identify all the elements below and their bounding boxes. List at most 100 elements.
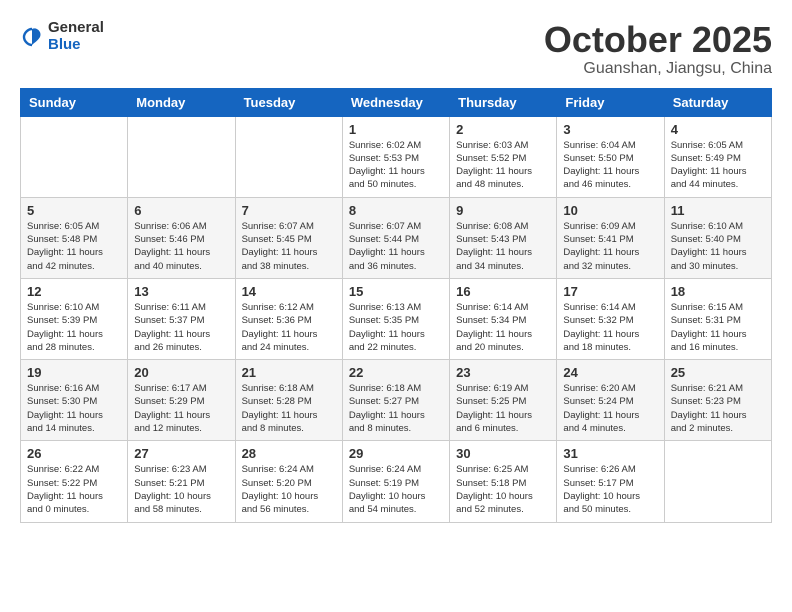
title-section: October 2025 Guanshan, Jiangsu, China (544, 20, 772, 78)
day-number: 2 (456, 122, 550, 137)
day-number: 18 (671, 284, 765, 299)
header-tuesday: Tuesday (235, 88, 342, 116)
week-row-3: 12 Sunrise: 6:10 AM Sunset: 5:39 PM Dayli… (21, 278, 772, 359)
calendar-cell: 19 Sunrise: 6:16 AM Sunset: 5:30 PM Dayli… (21, 360, 128, 441)
calendar-cell: 20 Sunrise: 6:17 AM Sunset: 5:29 PM Dayli… (128, 360, 235, 441)
calendar-cell: 24 Sunrise: 6:20 AM Sunset: 5:24 PM Dayli… (557, 360, 664, 441)
calendar-cell: 21Sunrise: 6:18 AM Sunset: 5:28 PM Dayli… (235, 360, 342, 441)
calendar-cell: 3 Sunrise: 6:04 AM Sunset: 5:50 PM Daylig… (557, 116, 664, 197)
day-info: Sunrise: 6:24 AM Sunset: 5:19 PM Dayligh… (349, 463, 443, 516)
day-info: Sunrise: 6:02 AM Sunset: 5:53 PM Dayligh… (349, 139, 443, 192)
day-info: Sunrise: 6:03 AM Sunset: 5:52 PM Dayligh… (456, 139, 550, 192)
calendar-cell: 9 Sunrise: 6:08 AM Sunset: 5:43 PM Daylig… (450, 197, 557, 278)
calendar-cell: 2 Sunrise: 6:03 AM Sunset: 5:52 PM Daylig… (450, 116, 557, 197)
day-number: 26 (27, 446, 121, 461)
calendar-cell (664, 441, 771, 522)
calendar-cell: 17 Sunrise: 6:14 AM Sunset: 5:32 PM Dayli… (557, 278, 664, 359)
day-info: Sunrise: 6:16 AM Sunset: 5:30 PM Dayligh… (27, 382, 121, 435)
day-number: 17 (563, 284, 657, 299)
calendar-cell: 7 Sunrise: 6:07 AM Sunset: 5:45 PM Daylig… (235, 197, 342, 278)
day-info: Sunrise: 6:14 AM Sunset: 5:34 PM Dayligh… (456, 301, 550, 354)
header-wednesday: Wednesday (342, 88, 449, 116)
calendar-cell: 29 Sunrise: 6:24 AM Sunset: 5:19 PM Dayli… (342, 441, 449, 522)
day-info: Sunrise: 6:15 AM Sunset: 5:31 PM Dayligh… (671, 301, 765, 354)
calendar-cell: 22 Sunrise: 6:18 AM Sunset: 5:27 PM Dayli… (342, 360, 449, 441)
day-number: 19 (27, 365, 121, 380)
day-number: 3 (563, 122, 657, 137)
logo-general: General (48, 20, 104, 37)
day-info: Sunrise: 6:18 AM Sunset: 5:27 PM Dayligh… (349, 382, 443, 435)
day-info: Sunrise: 6:20 AM Sunset: 5:24 PM Dayligh… (563, 382, 657, 435)
calendar-cell: 12 Sunrise: 6:10 AM Sunset: 5:39 PM Dayli… (21, 278, 128, 359)
calendar-cell: 18 Sunrise: 6:15 AM Sunset: 5:31 PM Dayli… (664, 278, 771, 359)
day-number: 1 (349, 122, 443, 137)
calendar-cell: 13Sunrise: 6:11 AM Sunset: 5:37 PM Dayli… (128, 278, 235, 359)
calendar-cell: 15Sunrise: 6:13 AM Sunset: 5:35 PM Dayli… (342, 278, 449, 359)
day-number: 28 (242, 446, 336, 461)
day-info: Sunrise: 6:04 AM Sunset: 5:50 PM Dayligh… (563, 139, 657, 192)
day-info: Sunrise: 6:08 AM Sunset: 5:43 PM Dayligh… (456, 220, 550, 273)
day-number: 12 (27, 284, 121, 299)
day-info: Sunrise: 6:10 AM Sunset: 5:39 PM Dayligh… (27, 301, 121, 354)
day-info: Sunrise: 6:05 AM Sunset: 5:48 PM Dayligh… (27, 220, 121, 273)
calendar-table: SundayMondayTuesdayWednesdayThursdayFrid… (20, 88, 772, 523)
day-number: 4 (671, 122, 765, 137)
day-number: 5 (27, 203, 121, 218)
calendar-cell: 6 Sunrise: 6:06 AM Sunset: 5:46 PM Daylig… (128, 197, 235, 278)
day-number: 9 (456, 203, 550, 218)
calendar-cell: 23 Sunrise: 6:19 AM Sunset: 5:25 PM Dayli… (450, 360, 557, 441)
header-monday: Monday (128, 88, 235, 116)
day-info: Sunrise: 6:17 AM Sunset: 5:29 PM Dayligh… (134, 382, 228, 435)
day-number: 31 (563, 446, 657, 461)
day-number: 10 (563, 203, 657, 218)
calendar-cell: 26Sunrise: 6:22 AM Sunset: 5:22 PM Dayli… (21, 441, 128, 522)
day-info: Sunrise: 6:14 AM Sunset: 5:32 PM Dayligh… (563, 301, 657, 354)
day-info: Sunrise: 6:09 AM Sunset: 5:41 PM Dayligh… (563, 220, 657, 273)
calendar-cell: 10 Sunrise: 6:09 AM Sunset: 5:41 PM Dayli… (557, 197, 664, 278)
day-number: 25 (671, 365, 765, 380)
day-number: 8 (349, 203, 443, 218)
day-info: Sunrise: 6:24 AM Sunset: 5:20 PM Dayligh… (242, 463, 336, 516)
day-number: 29 (349, 446, 443, 461)
calendar-cell: 28 Sunrise: 6:24 AM Sunset: 5:20 PM Dayli… (235, 441, 342, 522)
page-header: General Blue October 2025 Guanshan, Jian… (20, 20, 772, 78)
location: Guanshan, Jiangsu, China (544, 60, 772, 78)
calendar-cell: 1 Sunrise: 6:02 AM Sunset: 5:53 PM Daylig… (342, 116, 449, 197)
day-info: Sunrise: 6:19 AM Sunset: 5:25 PM Dayligh… (456, 382, 550, 435)
logo-text: General Blue (48, 20, 104, 53)
calendar-cell: 4Sunrise: 6:05 AM Sunset: 5:49 PM Daylig… (664, 116, 771, 197)
day-info: Sunrise: 6:26 AM Sunset: 5:17 PM Dayligh… (563, 463, 657, 516)
day-number: 23 (456, 365, 550, 380)
calendar-cell (128, 116, 235, 197)
day-info: Sunrise: 6:06 AM Sunset: 5:46 PM Dayligh… (134, 220, 228, 273)
calendar-cell: 30 Sunrise: 6:25 AM Sunset: 5:18 PM Dayli… (450, 441, 557, 522)
day-number: 30 (456, 446, 550, 461)
week-row-2: 5 Sunrise: 6:05 AM Sunset: 5:48 PM Daylig… (21, 197, 772, 278)
header-friday: Friday (557, 88, 664, 116)
calendar-cell (21, 116, 128, 197)
day-number: 16 (456, 284, 550, 299)
day-number: 22 (349, 365, 443, 380)
day-info: Sunrise: 6:23 AM Sunset: 5:21 PM Dayligh… (134, 463, 228, 516)
day-info: Sunrise: 6:07 AM Sunset: 5:44 PM Dayligh… (349, 220, 443, 273)
day-info: Sunrise: 6:25 AM Sunset: 5:18 PM Dayligh… (456, 463, 550, 516)
day-info: Sunrise: 6:18 AM Sunset: 5:28 PM Dayligh… (242, 382, 336, 435)
day-info: Sunrise: 6:21 AM Sunset: 5:23 PM Dayligh… (671, 382, 765, 435)
calendar-cell: 31 Sunrise: 6:26 AM Sunset: 5:17 PM Dayli… (557, 441, 664, 522)
day-info: Sunrise: 6:07 AM Sunset: 5:45 PM Dayligh… (242, 220, 336, 273)
calendar-cell: 14Sunrise: 6:12 AM Sunset: 5:36 PM Dayli… (235, 278, 342, 359)
day-info: Sunrise: 6:13 AM Sunset: 5:35 PM Dayligh… (349, 301, 443, 354)
day-number: 6 (134, 203, 228, 218)
day-number: 7 (242, 203, 336, 218)
day-number: 27 (134, 446, 228, 461)
calendar-cell: 8 Sunrise: 6:07 AM Sunset: 5:44 PM Daylig… (342, 197, 449, 278)
calendar-cell (235, 116, 342, 197)
calendar-cell: 16 Sunrise: 6:14 AM Sunset: 5:34 PM Dayli… (450, 278, 557, 359)
day-number: 24 (563, 365, 657, 380)
day-info: Sunrise: 6:11 AM Sunset: 5:37 PM Dayligh… (134, 301, 228, 354)
day-number: 20 (134, 365, 228, 380)
day-number: 14 (242, 284, 336, 299)
header-saturday: Saturday (664, 88, 771, 116)
month-title: October 2025 (544, 20, 772, 60)
day-number: 11 (671, 203, 765, 218)
